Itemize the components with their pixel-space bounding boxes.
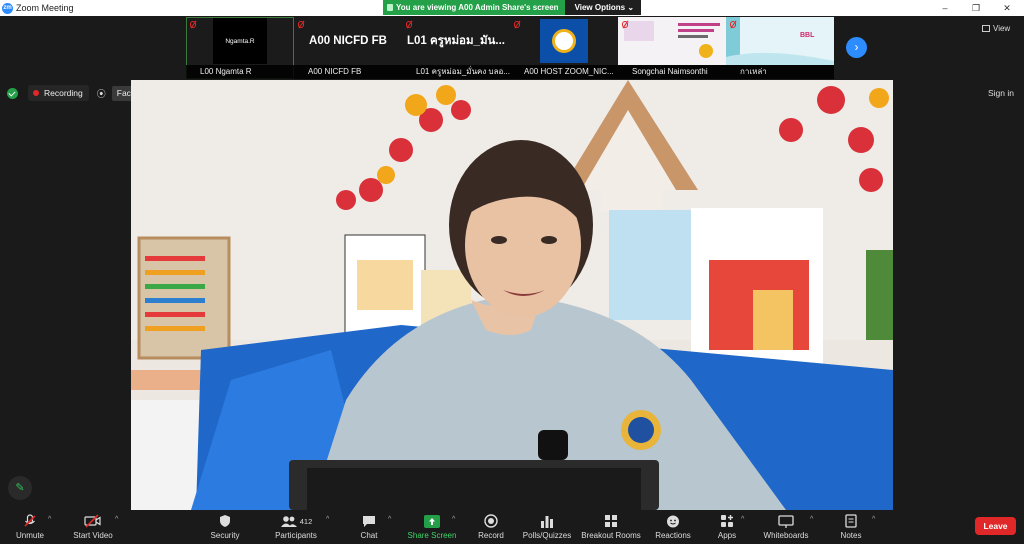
unmute-button[interactable]: Unmute <box>8 513 52 543</box>
chat-options-caret[interactable]: ^ <box>388 516 391 523</box>
participant-name: L00 Ngamta R <box>186 65 294 79</box>
participant-tile-name: L01 ครูหม่อม_มัน... <box>407 35 505 47</box>
mic-muted-icon <box>622 21 628 28</box>
security-label: Security <box>210 531 240 540</box>
participant-thumbnail[interactable]: A00 NICFD FB A00 NICFD FB <box>294 17 402 79</box>
next-thumbnails-button[interactable]: › <box>846 37 867 58</box>
encryption-shield-icon[interactable] <box>7 87 18 99</box>
participants-count: 412 <box>299 516 313 526</box>
recording-dot-icon <box>33 90 39 96</box>
organization-logo-icon <box>540 19 588 63</box>
participant-name: A00 HOST ZOOM_NIC... <box>510 65 618 79</box>
notes-icon <box>836 513 866 529</box>
participant-thumbnail-strip: Ngamta.R L00 Ngamta R A00 NICFD FB A00 N… <box>186 17 834 79</box>
smiley-plus-icon <box>652 513 694 529</box>
whiteboards-label: Whiteboards <box>763 531 809 540</box>
recording-indicator[interactable]: Recording <box>28 85 89 101</box>
view-grid-icon <box>982 25 990 32</box>
reactions-button[interactable]: Reactions <box>652 513 694 543</box>
bbl-slide-preview: BBL <box>726 17 834 65</box>
whiteboards-options-caret[interactable]: ^ <box>810 516 813 523</box>
livestream-icon[interactable]: ⦿ <box>97 87 106 100</box>
participant-name: L01 ครูหม่อม_มั่นคง บลอ... <box>402 65 510 79</box>
chat-bubble-icon <box>352 513 386 529</box>
breakout-rooms-label: Breakout Rooms <box>581 531 641 540</box>
participant-thumbnail[interactable]: A00 HOST ZOOM_NIC... <box>510 17 618 79</box>
notes-options-caret[interactable]: ^ <box>872 516 875 523</box>
unmute-label: Unmute <box>15 531 44 540</box>
participant-name-card: Ngamta.R <box>213 18 267 64</box>
apps-plus-icon <box>712 513 742 529</box>
participants-label: Participants <box>275 531 317 540</box>
mic-muted-icon <box>298 21 304 28</box>
participant-name: กาเหล่า <box>726 65 834 79</box>
bbl-logo-text: BBL <box>800 32 815 39</box>
start-video-label: Start Video <box>73 531 113 540</box>
polls-button[interactable]: Polls/Quizzes <box>520 513 574 543</box>
whiteboard-icon <box>760 513 812 529</box>
whiteboards-button[interactable]: Whiteboards <box>760 513 812 543</box>
video-options-caret[interactable]: ^ <box>115 516 118 523</box>
mic-muted-icon <box>514 21 520 28</box>
share-options-caret[interactable]: ^ <box>452 516 455 523</box>
close-button[interactable]: ✕ <box>992 0 1022 16</box>
record-circle-icon <box>473 513 509 529</box>
apps-label: Apps <box>717 531 737 540</box>
sign-in-link[interactable]: Sign in <box>988 88 1014 98</box>
apps-options-caret[interactable]: ^ <box>741 516 744 523</box>
record-button[interactable]: Record <box>473 513 509 543</box>
video-off-icon <box>67 513 119 529</box>
window-title: Zoom Meeting <box>16 3 74 13</box>
participant-thumbnail[interactable]: Ngamta.R L00 Ngamta R <box>186 17 294 79</box>
view-options-button[interactable]: View Options ⌄ <box>564 0 642 15</box>
participants-button[interactable]: 412 Participants <box>272 513 320 543</box>
participant-thumbnail[interactable]: Songchai Naimsonthi <box>618 17 726 79</box>
notes-button[interactable]: Notes <box>836 513 866 543</box>
zoom-meeting-window: zm Zoom Meeting You are viewing A00 Admi… <box>0 0 1024 544</box>
participant-thumbnail[interactable]: L01 ครูหม่อม_มัน... L01 ครูหม่อม_มั่นคง … <box>402 17 510 79</box>
participant-name: Songchai Naimsonthi <box>618 65 726 79</box>
maximize-button[interactable]: ❐ <box>961 0 991 16</box>
title-bar: zm Zoom Meeting You are viewing A00 Admi… <box>0 0 1024 16</box>
shared-video <box>131 80 893 510</box>
mic-off-icon <box>8 513 52 529</box>
polls-label: Polls/Quizzes <box>522 531 572 540</box>
grid-icon <box>580 513 642 529</box>
recording-label: Recording <box>44 88 83 98</box>
participant-name: A00 NICFD FB <box>294 65 402 79</box>
minimize-button[interactable]: – <box>930 0 960 16</box>
view-button[interactable]: View <box>982 24 1010 33</box>
speaker-video-frame <box>131 80 893 510</box>
shield-icon <box>205 513 245 529</box>
meeting-toolbar: Unmute ^ Start Video ^ Security 412 Part… <box>0 510 1024 544</box>
breakout-rooms-button[interactable]: Breakout Rooms <box>580 513 642 543</box>
mic-muted-icon <box>406 21 412 28</box>
leave-button[interactable]: Leave <box>975 517 1016 535</box>
notes-label: Notes <box>840 531 862 540</box>
mic-muted-icon <box>730 21 736 28</box>
participant-thumbnail[interactable]: BBL กาเหล่า <box>726 17 834 79</box>
bar-chart-icon <box>520 513 574 529</box>
record-label: Record <box>478 531 504 540</box>
participant-tile-name: A00 NICFD FB <box>309 35 387 47</box>
share-screen-label: Share Screen <box>407 531 457 540</box>
chat-label: Chat <box>360 531 378 540</box>
audio-options-caret[interactable]: ^ <box>48 516 51 523</box>
view-label: View <box>993 24 1011 33</box>
share-banner-message: You are viewing A00 Admin Share's screen <box>383 0 565 15</box>
start-video-button[interactable]: Start Video <box>67 513 119 543</box>
share-banner: You are viewing A00 Admin Share's screen… <box>383 0 642 15</box>
shared-slide-preview <box>618 17 726 65</box>
mic-muted-icon <box>190 21 196 28</box>
reactions-label: Reactions <box>655 531 691 540</box>
people-icon: 412 <box>272 513 320 529</box>
security-button[interactable]: Security <box>205 513 245 543</box>
chat-button[interactable]: Chat <box>352 513 386 543</box>
annotate-pencil-button[interactable]: ✎ <box>8 476 32 500</box>
zoom-logo-icon: zm <box>2 2 13 14</box>
apps-button[interactable]: Apps <box>712 513 742 543</box>
participants-options-caret[interactable]: ^ <box>326 516 329 523</box>
